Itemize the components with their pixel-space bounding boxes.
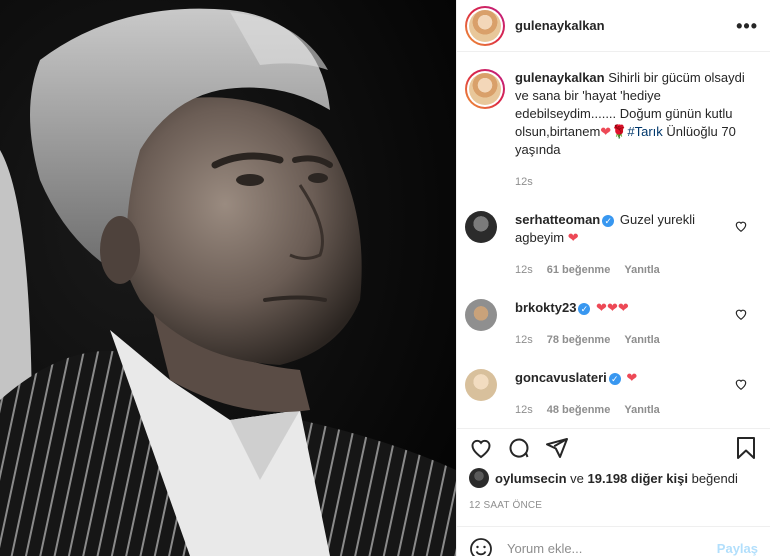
share-button[interactable]: Paylaş [717,541,758,556]
liked-by-connector: ve [570,470,584,486]
more-icon[interactable]: ••• [736,17,758,35]
comment-hearts: ❤ [567,230,579,245]
reply-button[interactable]: Yanıtla [624,401,659,419]
caption-meta: 12s [515,173,745,191]
comment-username[interactable]: brkokty23 [515,300,576,315]
like-heart-icon[interactable] [469,436,493,460]
comment-bubble-icon[interactable] [507,436,531,460]
liked-by-suffix: beğendi [691,470,738,486]
divider [457,428,770,429]
comment-meta: 12s 78 beğenme Yanıtla [515,331,735,349]
comment-likes[interactable]: 48 beğenme [547,401,611,419]
avatar-border [467,7,503,44]
like-comment-icon[interactable] [734,377,748,391]
comments-section: gulenaykalkan Sihirli bir gücüm olsaydi … [457,53,770,428]
share-plane-icon[interactable] [545,436,569,460]
comment-item: brkokty23 ✓ ❤❤❤ 12s 78 beğenme Yanıtla [465,299,758,349]
bookmark-icon[interactable] [734,436,758,460]
emoji-icon[interactable] [469,537,493,556]
add-comment-bar: Paylaş [457,526,770,556]
comment-input[interactable] [507,541,717,556]
comment-hearts: ❤❤❤ [596,300,629,315]
verified-icon: ✓ [602,215,615,227]
comment-body: serhatteoman ✓ Guzel yurekli agbeyim ❤ 12… [515,211,735,279]
post-photo[interactable] [0,0,456,556]
post-timestamp[interactable]: 12 SAAT ÖNCE [469,500,542,511]
hashtag-link[interactable]: #Tarık [627,124,662,139]
post-caption: gulenaykalkan Sihirli bir gücüm olsaydi … [465,69,758,191]
like-comment-icon[interactable] [734,307,748,321]
comment-time[interactable]: 12s [515,401,533,419]
caption-time[interactable]: 12s [515,173,533,191]
comment-item: goncavuslateri ✓ ❤ 12s 48 beğenme Yanıtla [465,369,758,419]
commenter-avatar[interactable] [465,211,497,243]
comment-meta: 12s 48 beğenme Yanıtla [515,401,735,419]
reply-button[interactable]: Yanıtla [624,261,659,279]
liker-username[interactable]: oylumsecin [495,471,567,486]
commenter-avatar[interactable] [465,299,497,331]
comment-body: brkokty23 ✓ ❤❤❤ 12s 78 beğenme Yanıtla [515,299,735,349]
reply-button[interactable]: Yanıtla [624,331,659,349]
comment-likes[interactable]: 61 beğenme [547,261,611,279]
avatar-border [467,71,503,107]
like-comment-icon[interactable] [734,219,748,233]
liked-by: oylumsecin ve 19.198 diğer kişi beğendi [469,468,738,488]
comment-body: goncavuslateri ✓ ❤ 12s 48 beğenme Yanıtla [515,369,735,419]
caption-avatar[interactable] [465,69,505,109]
avatar-image [469,9,501,42]
comment-likes[interactable]: 78 beğenme [547,331,611,349]
avatar-image [469,73,501,105]
caption-username[interactable]: gulenaykalkan [515,70,605,85]
heart-emoji: ❤ [600,124,612,139]
rose-emoji: 🌹 [611,124,628,139]
comment-meta: 12s 61 beğenme Yanıtla [515,261,735,279]
author-username[interactable]: gulenaykalkan [515,18,605,33]
caption-text: gulenaykalkan Sihirli bir gücüm olsaydi … [515,69,745,191]
comment-time[interactable]: 12s [515,261,533,279]
comment-username[interactable]: serhatteoman [515,212,600,227]
comment-username[interactable]: goncavuslateri [515,370,607,385]
comment-hearts: ❤ [626,370,638,385]
portrait-image [0,0,456,556]
verified-icon: ✓ [578,303,591,315]
post-panel: gulenaykalkan ••• gulenaykalkan Sihirli … [456,0,770,556]
post-header: gulenaykalkan ••• [457,0,770,52]
comment-item: serhatteoman ✓ Guzel yurekli agbeyim ❤ 12… [465,211,758,279]
author-avatar[interactable] [465,5,505,46]
commenter-avatar[interactable] [465,369,497,401]
action-bar [457,430,770,466]
instagram-post: gulenaykalkan ••• gulenaykalkan Sihirli … [0,0,770,556]
liked-by-count[interactable]: 19.198 diğer kişi [588,471,688,486]
verified-icon: ✓ [608,373,621,385]
comment-time[interactable]: 12s [515,331,533,349]
liker-avatar[interactable] [469,468,489,488]
